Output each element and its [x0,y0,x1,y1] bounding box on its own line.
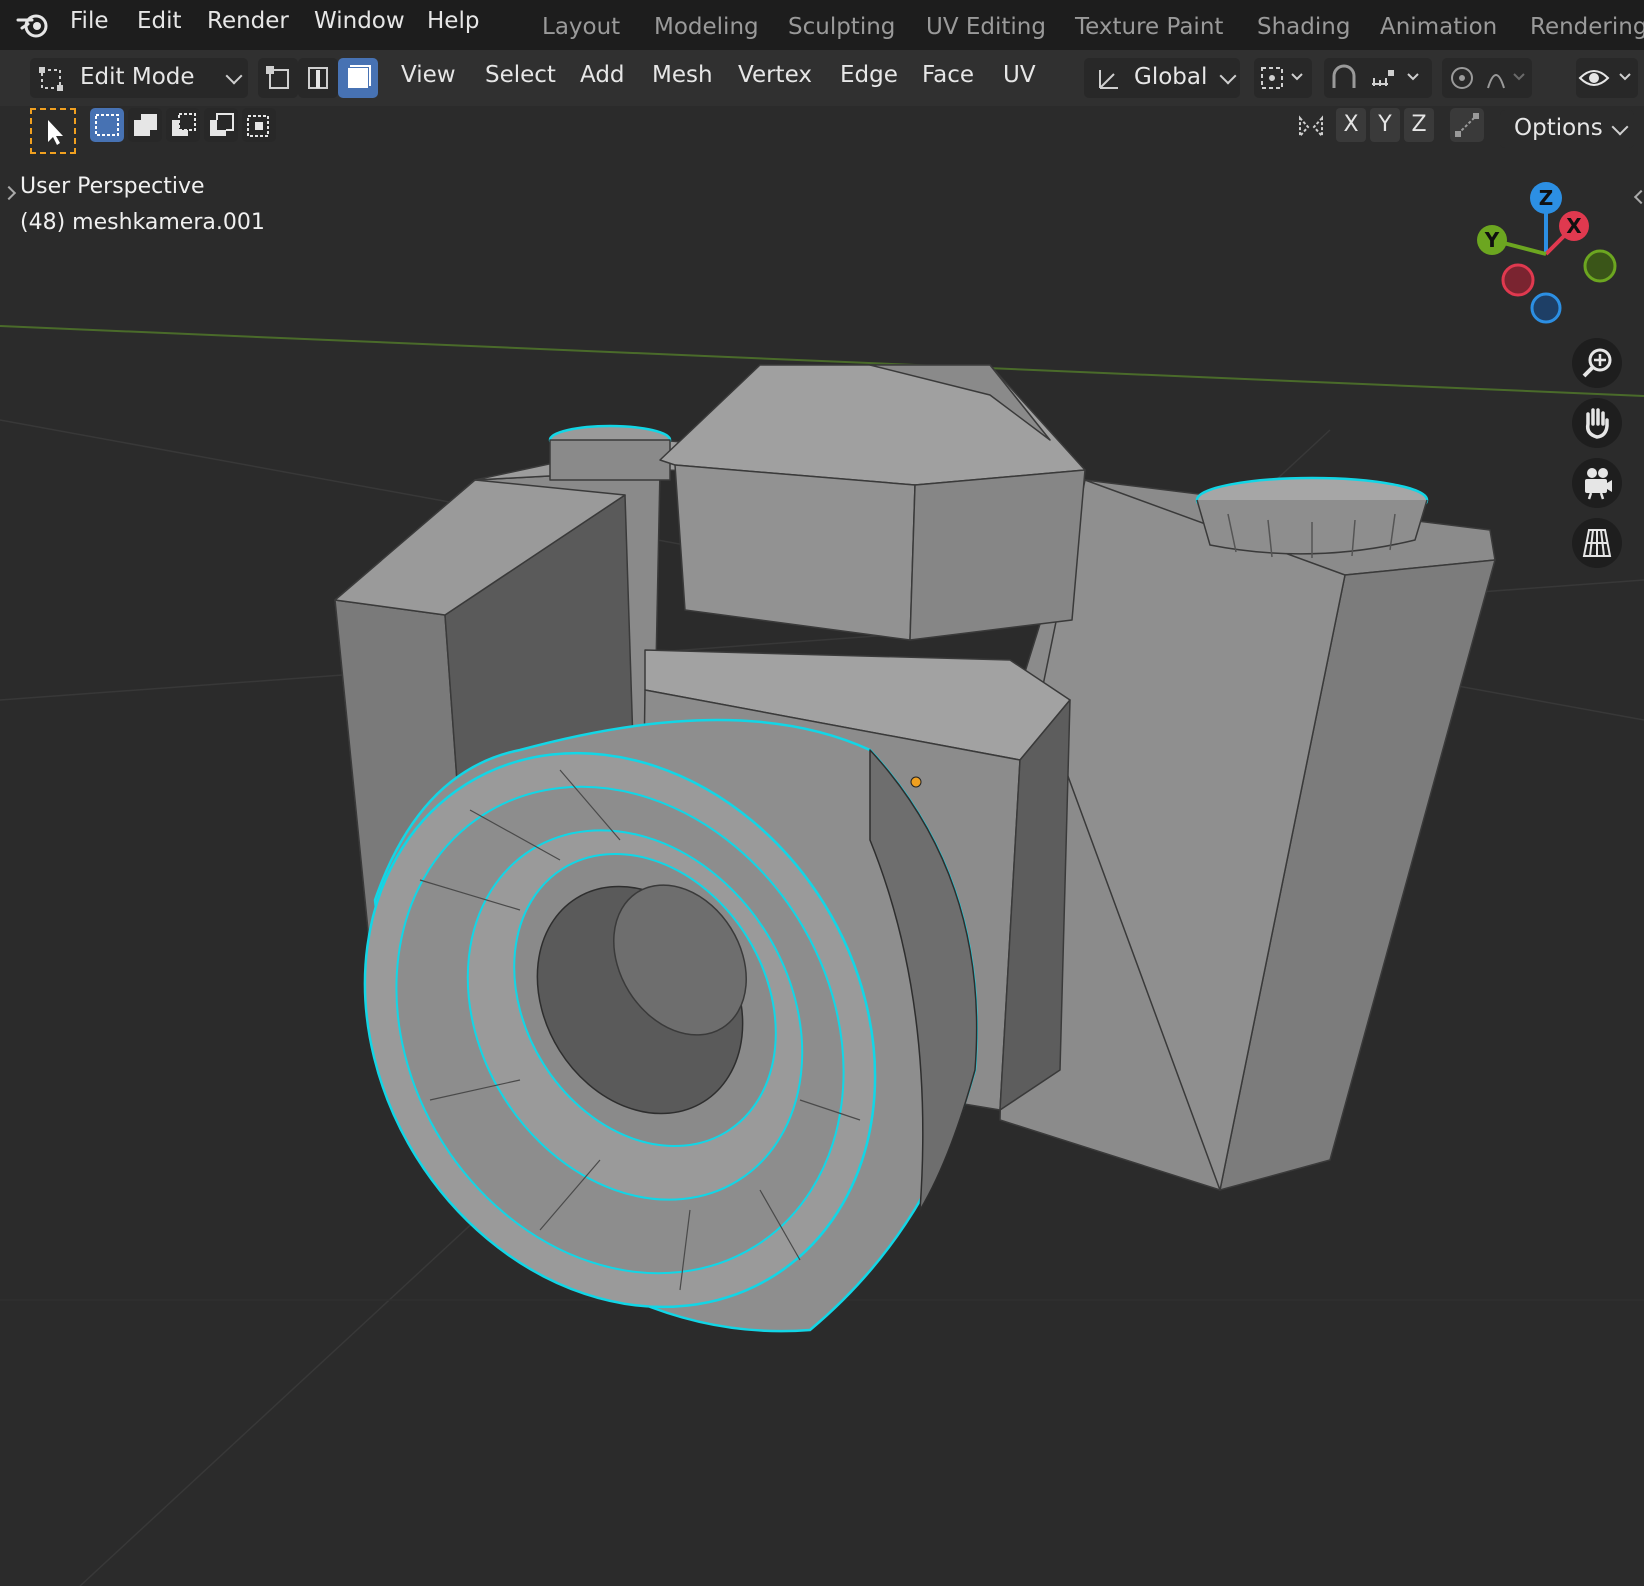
select-invert-icon [210,113,234,136]
select-mode-subtract-button[interactable] [166,108,200,142]
mode-dropdown[interactable]: Edit Mode [30,58,248,98]
menu-mesh[interactable]: Mesh [652,62,713,88]
pivot-point-icon [1261,67,1303,89]
tab-modeling[interactable]: Modeling [654,14,759,40]
edge-select-icon [308,67,328,89]
topology-mirror-icon [1455,113,1479,137]
menu-vertex[interactable]: Vertex [738,62,812,88]
blender-logo-icon[interactable] [14,6,54,42]
camera-icon [1585,468,1612,500]
menu-select[interactable]: Select [485,62,556,88]
options-label: Options [1514,115,1603,141]
cursor-arrow-icon [48,120,63,145]
face-select-icon [348,65,371,88]
mirror-z-toggle[interactable]: Z [1404,108,1434,142]
tab-texture-paint[interactable]: Texture Paint [1075,14,1223,40]
mirror-x-toggle[interactable]: X [1336,108,1366,142]
view-perspective-label: User Perspective [20,174,205,199]
gizmo-y-label: Y [1484,228,1500,252]
gizmo-neg-x-handle [1501,263,1535,297]
proportional-editing-controls[interactable] [1442,58,1532,98]
select-mode-extend-button[interactable] [128,108,162,142]
gizmo-neg-z-handle [1530,292,1562,324]
menu-edge[interactable]: Edge [840,62,898,88]
tab-rendering[interactable]: Rendering [1530,14,1644,40]
select-subtract-icon [172,113,196,136]
grid-perspective-icon [1582,529,1612,557]
perspective-toggle-button[interactable] [1572,518,1622,568]
menu-file[interactable]: File [70,8,109,34]
gizmo-x-label: X [1566,214,1582,238]
viewport-canvas[interactable] [0,0,1644,1586]
menu-edit[interactable]: Edit [137,8,182,34]
chevron-down-icon [225,67,243,85]
select-new-icon [95,114,119,136]
menu-add[interactable]: Add [580,62,625,88]
vertex-select-icon [266,66,289,89]
topology-mirror-button[interactable] [1450,108,1484,142]
pan-button[interactable] [1572,398,1622,448]
tab-layout[interactable]: Layout [542,14,620,40]
active-object-label: (48) meshkamera.001 [20,210,265,235]
object-visibility-dropdown[interactable] [1576,58,1638,98]
menu-render[interactable]: Render [207,8,289,34]
tab-animation[interactable]: Animation [1380,14,1497,40]
camera-view-button[interactable] [1572,458,1622,508]
orientation-axes-icon [1099,70,1118,89]
gizmo-neg-y-handle [1583,249,1617,283]
mode-label: Edit Mode [80,64,195,90]
orientation-label: Global [1134,64,1208,90]
mirror-y-toggle[interactable]: Y [1370,108,1400,142]
select-mode-intersect-button[interactable] [242,108,276,142]
pivot-point-dropdown[interactable] [1254,58,1312,98]
select-extend-icon [134,114,157,136]
select-tool-active[interactable] [30,108,76,154]
eye-icon [1578,70,1631,86]
edge-select-mode-button[interactable] [298,58,338,98]
select-mode-new-button[interactable] [90,108,124,142]
gizmo-z-label: Z [1539,186,1554,210]
chevron-down-icon [1219,67,1237,85]
menu-face[interactable]: Face [922,62,974,88]
mirror-icon[interactable] [1294,110,1328,144]
proportional-edit-icon [1451,67,1525,89]
tab-uv-editing[interactable]: UV Editing [926,14,1046,40]
select-mode-invert-button[interactable] [204,108,238,142]
chevron-down-icon [1611,118,1629,136]
transform-orientation-dropdown[interactable]: Global [1084,58,1240,98]
zoom-in-icon [1582,348,1612,378]
zoom-button[interactable] [1572,338,1622,388]
menu-help[interactable]: Help [427,8,479,34]
edit-mode-icon [39,67,63,91]
active-vertex-dot [910,776,922,788]
top-menu-bar: File Edit Render Window Help Layout Mode… [0,0,1644,50]
menu-uv[interactable]: UV [1003,62,1036,88]
face-select-mode-button[interactable] [338,58,378,98]
snap-magnet-icon [1332,64,1419,88]
tab-sculpting[interactable]: Sculpting [788,14,895,40]
menu-view[interactable]: View [401,62,456,88]
menu-window[interactable]: Window [314,8,405,34]
options-dropdown[interactable]: Options [1500,110,1634,148]
tab-shading[interactable]: Shading [1257,14,1350,40]
navigation-gizmo[interactable]: Z X Y [1460,176,1620,336]
snapping-controls[interactable] [1324,58,1432,98]
hand-icon [1585,408,1609,439]
vertex-select-mode-button[interactable] [258,58,298,98]
select-intersect-icon [247,115,269,137]
